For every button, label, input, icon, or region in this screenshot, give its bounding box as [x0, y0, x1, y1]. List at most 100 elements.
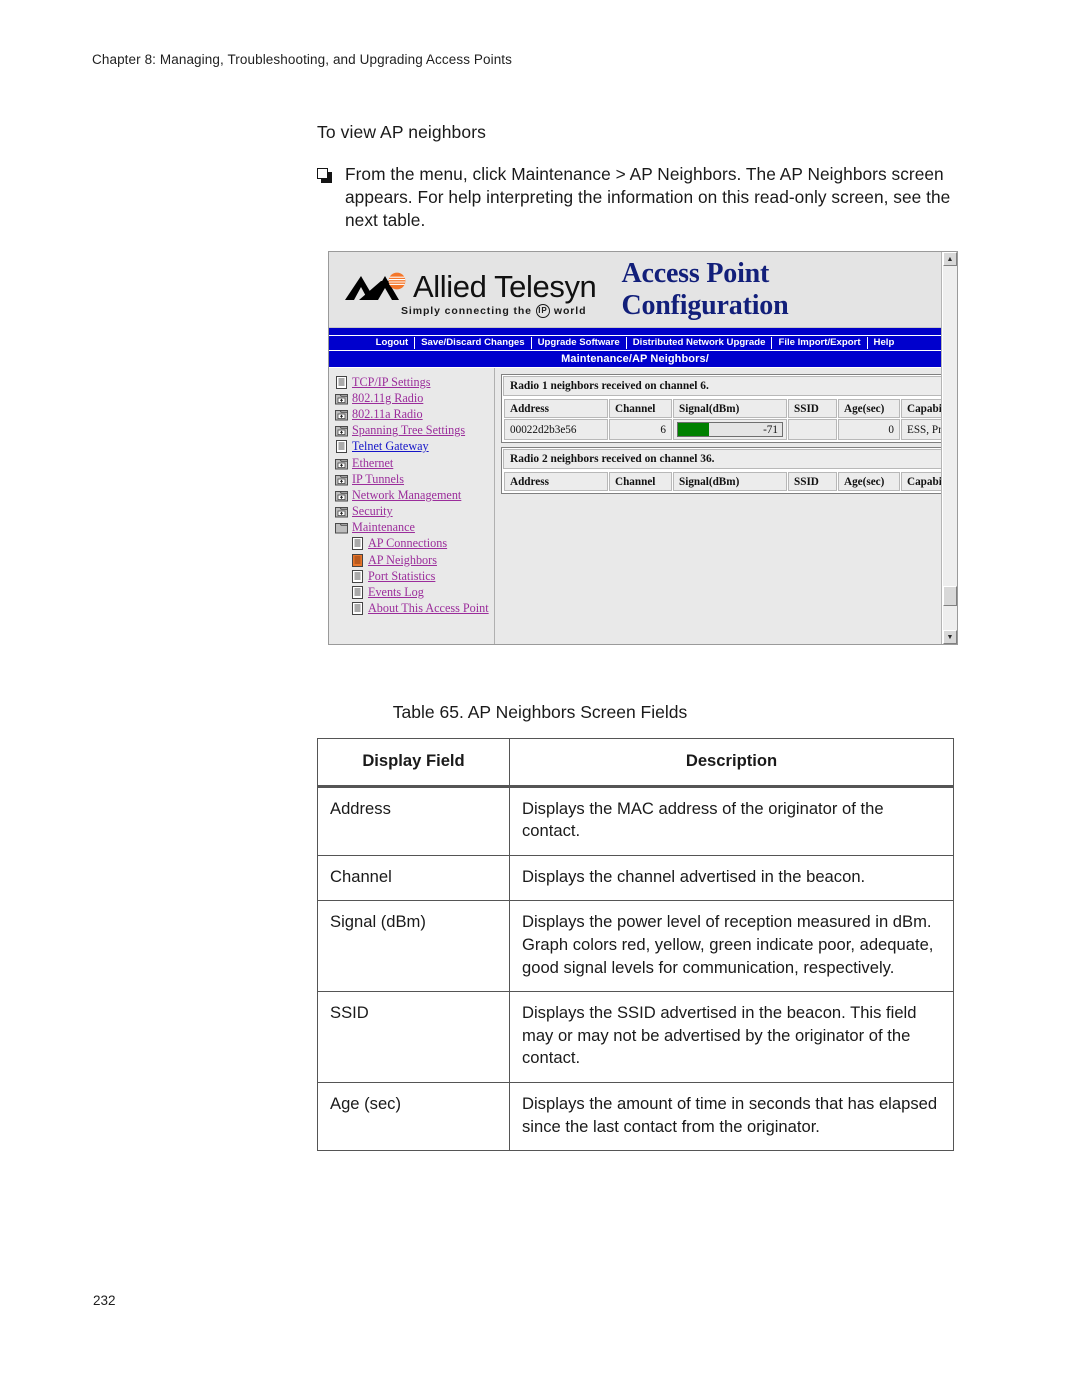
square-bullet-icon [317, 163, 345, 183]
col-description: Description [509, 738, 954, 788]
nav-item-file-import-export[interactable]: File Import/Export [772, 336, 866, 350]
nav-item-logout[interactable]: Logout [370, 336, 415, 350]
col-signal: Signal(dBm) [673, 399, 787, 418]
cell-display-field: SSID [317, 991, 510, 1083]
sidebar-tree[interactable]: TCP/IP Settings 802.11g Radio 802.11a Radi… [329, 368, 495, 644]
cell-description: Displays the power level of reception me… [509, 900, 954, 993]
cell-age: 0 [838, 419, 900, 440]
sidebar-item-802-11a-radio[interactable]: 802.11a Radio [333, 406, 494, 422]
table-row: SSID Displays the SSID advertised in the … [317, 991, 954, 1083]
col-signal: Signal(dBm) [673, 472, 787, 491]
scrollbar-track[interactable] [943, 266, 957, 630]
radio2-group: Radio 2 neighbors received on channel 36… [501, 447, 941, 494]
browser-viewport: Allied Telesyn Simply connecting the IP … [329, 252, 942, 644]
sidebar-item-port-statistics[interactable]: Port Statistics [333, 568, 494, 584]
nav-item-upgrade-software[interactable]: Upgrade Software [532, 336, 626, 350]
folder-plus-icon [335, 457, 348, 470]
ap-neighbors-screenshot-figure: Allied Telesyn Simply connecting the IP … [328, 251, 958, 645]
col-age: Age(sec) [838, 472, 900, 491]
cell-description: Displays the channel advertised in the b… [509, 854, 954, 902]
folder-plus-icon [335, 392, 348, 405]
sidebar-item-telnet-gateway[interactable]: Telnet Gateway [333, 439, 494, 455]
folder-open-icon [335, 521, 348, 534]
col-channel: Channel [609, 472, 672, 491]
folder-plus-icon [335, 424, 348, 437]
cell-display-field: Signal (dBm) [317, 900, 510, 993]
col-age: Age(sec) [838, 399, 900, 418]
table-caption: Table 65. AP Neighbors Screen Fields [392, 702, 688, 722]
cell-display-field: Address [317, 785, 510, 856]
table-header-row: Address Channel Signal(dBm) SSID Age(sec… [504, 399, 941, 418]
sidebar-item-ip-tunnels[interactable]: IP Tunnels [333, 471, 494, 487]
sidebar-item-label: Ethernet [352, 455, 394, 470]
sidebar-item-tcp-ip-settings[interactable]: TCP/IP Settings [333, 374, 494, 390]
sidebar-item-label: About This Access Point [368, 601, 489, 616]
page-icon [351, 537, 364, 551]
page-icon [351, 602, 364, 616]
col-address: Address [504, 472, 608, 491]
page-icon [335, 375, 348, 389]
sidebar-item-label: Spanning Tree Settings [352, 423, 466, 438]
sidebar-item-label: Maintenance [352, 520, 415, 535]
nav-item-help[interactable]: Help [868, 336, 901, 350]
table-row: 00022d2b3e56 6 -71 0 ESS, Pr [504, 419, 941, 440]
cell-display-field: Channel [317, 854, 510, 902]
cell-description: Displays the amount of time in seconds t… [509, 1081, 954, 1152]
table-row: Channel Displays the channel advertised i… [317, 854, 954, 902]
scroll-up-arrow-icon[interactable]: ▲ [943, 252, 957, 266]
sidebar-item-label: AP Neighbors [368, 552, 437, 567]
cell-capabilities: ESS, Privacy [901, 419, 941, 440]
scrollbar-thumb[interactable] [943, 586, 957, 606]
radio1-caption: Radio 1 neighbors received on channel 6. [503, 376, 941, 396]
cell-ssid [788, 419, 837, 440]
table-row: Age (sec) Displays the amount of time in … [317, 1081, 954, 1152]
cell-channel: 6 [609, 419, 672, 440]
neighbors-panel: Radio 1 neighbors received on channel 6.… [495, 368, 941, 644]
vertical-scrollbar[interactable]: ▲ ▼ [942, 252, 957, 644]
col-capabilities: Capabilities [901, 472, 941, 491]
sidebar-item-events-log[interactable]: Events Log [333, 584, 494, 600]
sidebar-item-ap-neighbors[interactable]: AP Neighbors [333, 552, 494, 568]
cell-description: Displays the SSID advertised in the beac… [509, 991, 954, 1083]
ip-badge-icon: IP [535, 303, 550, 318]
sidebar-item-label: Events Log [368, 585, 424, 600]
sidebar-item-802-11g-radio[interactable]: 802.11g Radio [333, 390, 494, 406]
navbar-top-spacer [329, 328, 941, 335]
procedure-step-text: From the menu, click Maintenance > AP Ne… [345, 164, 951, 230]
sidebar-item-network-management[interactable]: Network Management [333, 487, 494, 503]
col-ssid: SSID [788, 472, 837, 491]
sidebar-item-ethernet[interactable]: Ethernet [333, 455, 494, 471]
page-number: 232 [93, 1293, 116, 1308]
sidebar-item-label: 802.11a Radio [352, 406, 423, 421]
table-row: Address Displays the MAC address of the o… [317, 785, 954, 856]
breadcrumb-text: Maintenance/AP Neighbors/ [561, 353, 709, 365]
signal-gauge-fill [678, 423, 710, 436]
main-navbar[interactable]: Logout Save/Discard Changes Upgrade Soft… [329, 335, 941, 351]
signal-gauge: -71 [677, 422, 783, 437]
radio2-table: Address Channel Signal(dBm) SSID Age(sec… [503, 471, 941, 492]
page-icon [351, 586, 364, 600]
radio1-group: Radio 1 neighbors received on channel 6.… [501, 374, 941, 443]
ap-neighbors-fields-table: Display Field Description Address Display… [317, 738, 954, 1152]
sidebar-item-ap-connections[interactable]: AP Connections [333, 536, 494, 552]
nav-item-distributed-network-upgrade[interactable]: Distributed Network Upgrade [627, 336, 772, 350]
table-header-row: Display Field Description [317, 738, 954, 788]
cell-signal: -71 [673, 419, 787, 440]
sidebar-item-label: Network Management [352, 487, 462, 502]
app-title: Access Point Configuration [621, 257, 789, 321]
sidebar-item-security[interactable]: Security [333, 504, 494, 520]
sidebar-item-label: IP Tunnels [352, 471, 405, 486]
sidebar-item-maintenance[interactable]: Maintenance [333, 520, 494, 536]
cell-display-field: Age (sec) [317, 1081, 510, 1152]
sidebar-item-label: Security [352, 504, 393, 519]
scroll-down-arrow-icon[interactable]: ▼ [943, 630, 957, 644]
nav-item-save-discard-changes[interactable]: Save/Discard Changes [415, 336, 530, 350]
sidebar-item-about-this-access-point[interactable]: About This Access Point [333, 601, 494, 617]
allied-telesyn-logo: Allied Telesyn Simply connecting the IP … [345, 262, 599, 318]
sidebar-item-spanning-tree-settings[interactable]: Spanning Tree Settings [333, 423, 494, 439]
col-ssid: SSID [788, 399, 837, 418]
sidebar-item-label: 802.11g Radio [352, 390, 424, 405]
page-selected-icon [351, 553, 364, 567]
breadcrumb: Maintenance/AP Neighbors/ [329, 351, 941, 368]
allied-telesyn-mark-icon [345, 272, 411, 302]
